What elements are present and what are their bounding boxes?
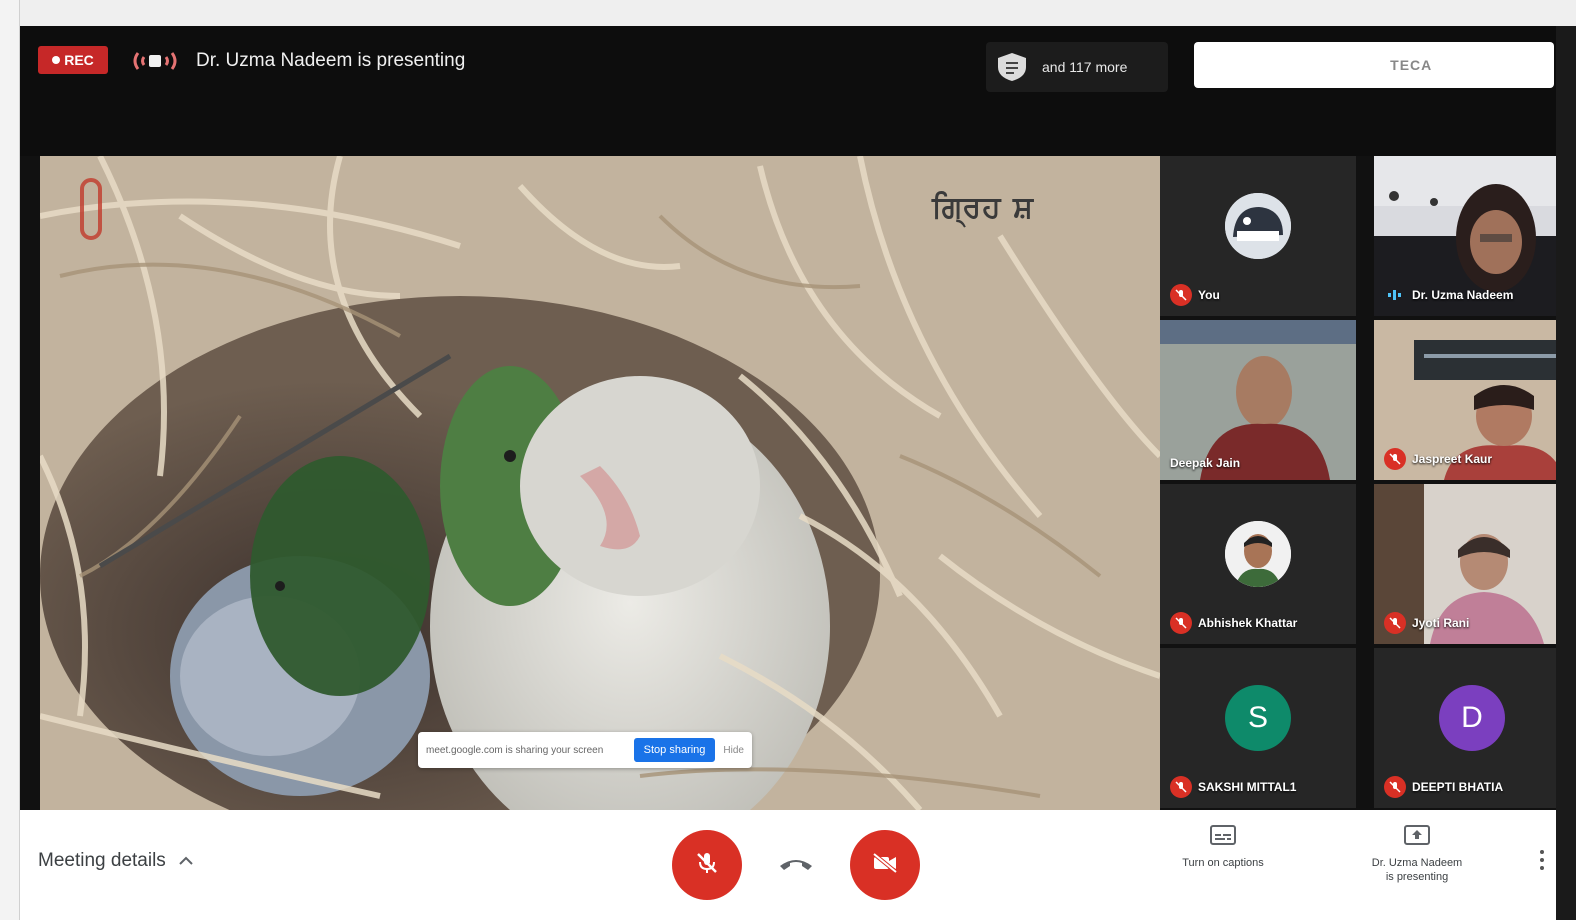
participant-tile[interactable]: D DEEPTI BHATIA [1374, 648, 1556, 808]
speaking-icon [1384, 284, 1406, 306]
presenting-button[interactable]: Dr. Uzma Nadeem is presenting [1342, 824, 1492, 884]
screen-share-bar: meet.google.com is sharing your screen S… [418, 732, 752, 768]
participant-tile[interactable]: Jaspreet Kaur [1374, 320, 1556, 480]
top-bar: REC Dr. Uzma Nadeem is presenting and 11… [20, 26, 1556, 156]
participant-grid: You Dr. Uzma Nadeem Deepak Jain Jaspreet… [1160, 156, 1556, 810]
meet-window: REC Dr. Uzma Nadeem is presenting and 11… [20, 26, 1556, 920]
microphone-toggle-button[interactable] [672, 830, 742, 900]
participant-tile[interactable]: Jyoti Rani [1374, 484, 1556, 644]
participant-name: Dr. Uzma Nadeem [1412, 288, 1514, 302]
mic-off-icon [694, 850, 720, 881]
meeting-details-label: Meeting details [38, 850, 166, 871]
participant-name: You [1198, 288, 1220, 302]
closed-captions-icon [1209, 824, 1237, 850]
more-options-icon[interactable] [1540, 850, 1548, 870]
participant-tile[interactable]: Deepak Jain [1160, 320, 1356, 480]
browser-left-strip [0, 0, 20, 920]
presentation-stage: ਗ੍ਰਿਹ ਸ਼ meet.google.com is sharing your… [40, 156, 1160, 810]
participant-name: DEEPTI BHATIA [1412, 780, 1504, 794]
present-screen-icon [1403, 824, 1431, 850]
stop-sharing-button[interactable]: Stop sharing [633, 738, 716, 762]
phone-hangup-icon [778, 856, 814, 877]
mic-off-icon [1170, 612, 1192, 634]
presenting-label-line2: is presenting [1385, 871, 1449, 883]
avatar [1225, 521, 1291, 588]
participant-tile[interactable]: You [1160, 156, 1356, 316]
participant-name: Jyoti Rani [1412, 616, 1470, 630]
leave-call-button[interactable] [766, 846, 826, 886]
avatar: D [1439, 685, 1505, 752]
chevron-up-icon [178, 850, 194, 872]
camera-off-icon [871, 851, 899, 880]
participant-tile[interactable]: Abhishek Khattar [1160, 484, 1356, 644]
mic-off-icon [1170, 776, 1192, 798]
sponsor-logos: TECA [1194, 42, 1554, 88]
camera-toggle-button[interactable] [850, 830, 920, 900]
mic-off-icon [1384, 776, 1406, 798]
viewers-count: and 117 more [1042, 59, 1128, 75]
logo-3: TECA [1390, 57, 1433, 73]
avatar [1225, 193, 1291, 260]
share-message: meet.google.com is sharing your screen [426, 744, 604, 756]
participant-name: Abhishek Khattar [1198, 616, 1298, 630]
browser-top-strip [0, 0, 1576, 26]
participant-tile[interactable]: S SAKSHI MITTAL1 [1160, 648, 1356, 808]
participant-name: SAKSHI MITTAL1 [1198, 780, 1297, 794]
right-padding [1556, 26, 1576, 920]
participant-name: Deepak Jain [1170, 456, 1241, 470]
record-dot-icon [52, 56, 61, 64]
meeting-details-button[interactable]: Meeting details [38, 850, 194, 872]
avatar: S [1225, 685, 1291, 752]
mic-off-icon [1170, 284, 1192, 306]
presenting-icon [132, 48, 178, 74]
captions-button[interactable]: Turn on captions [1148, 824, 1298, 870]
channel-logo-icon [80, 178, 102, 240]
presenting-title: Dr. Uzma Nadeem is presenting [196, 50, 466, 71]
mic-off-icon [1384, 448, 1406, 470]
shield-icon [992, 49, 1032, 85]
participant-name: Jaspreet Kaur [1412, 452, 1493, 466]
shared-screen-image [40, 156, 1160, 810]
bottom-controls: Meeting details Turn on captions Dr. Uzm… [20, 810, 1556, 920]
participant-tile[interactable]: Dr. Uzma Nadeem [1374, 156, 1556, 316]
slide-watermark: ਗ੍ਰਿਹ ਸ਼ [932, 190, 1034, 225]
mic-off-icon [1384, 612, 1406, 634]
captions-label: Turn on captions [1182, 857, 1264, 869]
hide-button[interactable]: Hide [723, 745, 744, 756]
presenting-label-line1: Dr. Uzma Nadeem [1371, 857, 1463, 869]
viewers-badge[interactable]: and 117 more [986, 42, 1168, 92]
recording-label: REC [64, 52, 94, 68]
recording-badge: REC [38, 46, 108, 74]
